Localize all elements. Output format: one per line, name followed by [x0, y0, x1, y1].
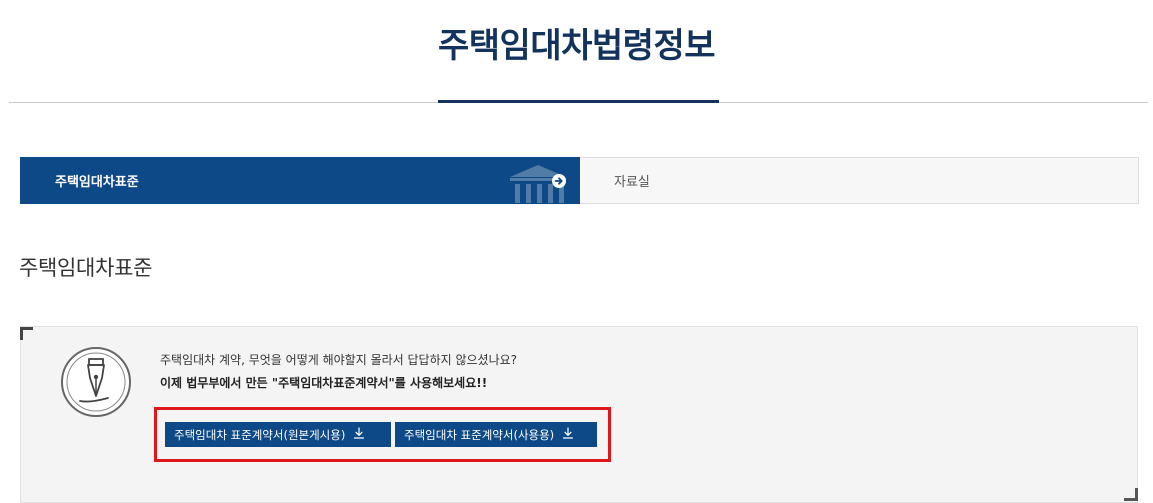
title-divider-accent — [438, 100, 719, 103]
info-recommendation-text: 이제 법무부에서 만든 "주택임대차표준계약서"를 사용해보세요!! — [160, 376, 488, 390]
download-original-contract-button[interactable]: 주택임대차 표준계약서(원본게시용) — [165, 422, 391, 447]
tab-label: 자료실 — [614, 175, 650, 190]
tab-bar: 주택임대차표준 자료실 — [20, 157, 1139, 204]
tab-label: 주택임대차표준 — [55, 175, 139, 190]
fountain-pen-icon — [60, 346, 132, 422]
section-title: 주택임대차표준 — [19, 256, 153, 280]
corner-decoration-bottom-right — [1124, 488, 1138, 501]
tab-archive[interactable]: 자료실 — [580, 157, 1139, 204]
button-label: 주택임대차 표준계약서(원본게시용) — [174, 427, 346, 442]
info-question-text: 주택임대차 계약, 무엇을 어떻게 해야할지 몰라서 답답하지 않으셨나요? — [160, 353, 518, 367]
tab-housing-lease-standard[interactable]: 주택임대차표준 — [20, 157, 580, 204]
download-use-contract-button[interactable]: 주택임대차 표준계약서(사용용) — [395, 422, 597, 447]
corner-decoration-top-left — [20, 327, 33, 340]
button-label: 주택임대차 표준계약서(사용용) — [404, 427, 555, 442]
arrow-right-circle-icon[interactable] — [552, 174, 566, 192]
download-icon — [353, 427, 365, 442]
download-icon — [562, 427, 574, 442]
page-title: 주택임대차법령정보 — [437, 26, 716, 66]
